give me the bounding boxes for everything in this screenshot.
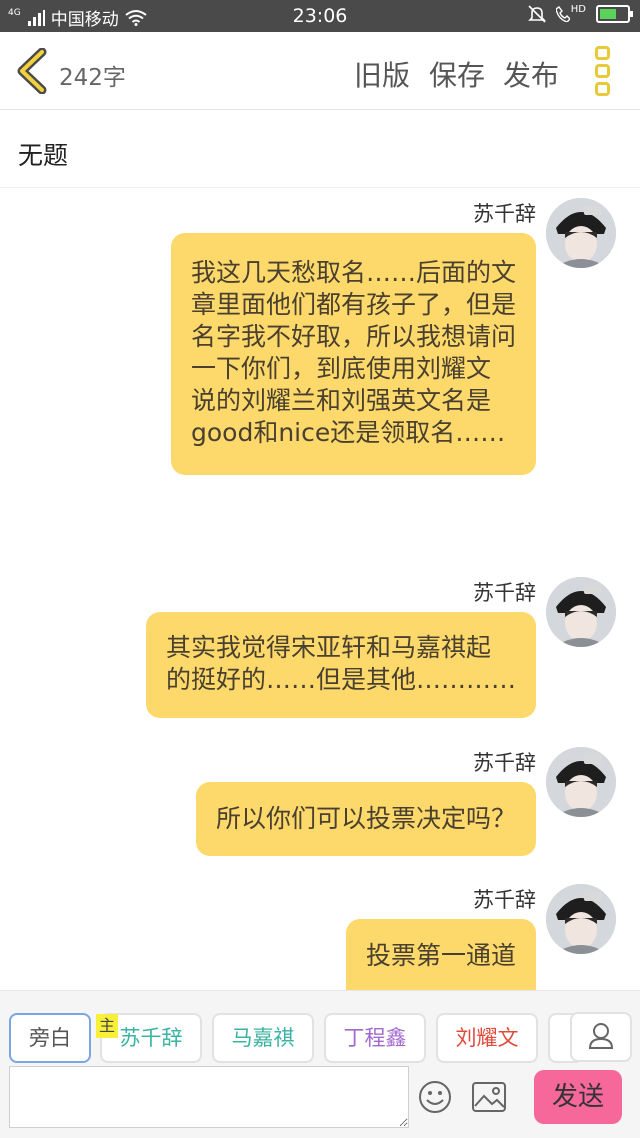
avatar[interactable] — [546, 884, 616, 954]
message-bubble[interactable]: 其实我觉得宋亚轩和马嘉祺起 的挺好的……但是其他………… — [145, 612, 536, 718]
sender-name: 苏千辞 — [473, 888, 536, 912]
avatar[interactable] — [546, 198, 616, 268]
message-line: 名字我不好取，所以我想请问 — [190, 322, 516, 351]
sender-name: 苏千辞 — [473, 581, 536, 605]
message-line: 的挺好的……但是其他………… — [165, 665, 516, 694]
publish-button[interactable]: 发布 — [503, 54, 559, 94]
input-bar: 发送 — [0, 1066, 640, 1138]
battery-icon — [596, 5, 633, 23]
message-line: 章里面他们都有孩子了，但是 — [190, 290, 516, 319]
story-title-field[interactable]: 无题 — [0, 110, 640, 188]
add-role-button[interactable] — [570, 1012, 632, 1062]
role-narrator-button[interactable]: 旁白 — [9, 1013, 91, 1063]
message-bubble[interactable]: 投票第一通道 — [345, 919, 536, 991]
message-line: 一下你们，到底使用刘耀文 — [190, 354, 491, 383]
mute-bell-icon — [527, 5, 546, 23]
story-title: 无题 — [18, 141, 69, 170]
status-bar: 4G 中国移动 23:06 HD — [0, 0, 640, 32]
sender-name: 苏千辞 — [473, 751, 536, 775]
message-line: 所以你们可以投票决定吗？ — [215, 804, 516, 833]
message-line: 我这几天愁取名……后面的文 — [190, 258, 516, 287]
more-menu-icon[interactable] — [595, 46, 613, 96]
sender-name: 苏千辞 — [473, 202, 536, 226]
message-input[interactable] — [9, 1066, 409, 1128]
person-icon — [588, 1023, 614, 1049]
hd-label: HD — [570, 3, 586, 15]
message-bubble[interactable]: 我这几天愁取名……后面的文 章里面他们都有孩子了，但是 名字我不好取，所以我想请… — [170, 233, 536, 475]
image-icon[interactable] — [472, 1082, 506, 1112]
main-role-tag: 主 — [96, 1014, 118, 1038]
back-arrow-icon[interactable] — [14, 48, 50, 94]
role-ma-button[interactable]: 马嘉祺 — [212, 1013, 314, 1063]
message-line: 投票第一通道 — [365, 941, 516, 970]
save-button[interactable]: 保存 — [429, 54, 485, 94]
role-liu-button[interactable]: 刘耀文 — [436, 1013, 538, 1063]
role-ding-button[interactable]: 丁程鑫 — [324, 1013, 426, 1063]
avatar[interactable] — [546, 747, 616, 817]
message-bubble[interactable]: 所以你们可以投票决定吗？ — [195, 782, 536, 856]
word-count: 242字 — [59, 65, 126, 91]
message-line: 其实我觉得宋亚轩和马嘉祺起 — [165, 633, 491, 662]
send-button[interactable]: 发送 — [534, 1070, 622, 1124]
message-line: good和nice还是领取名…… — [190, 418, 506, 447]
avatar[interactable] — [546, 577, 616, 647]
status-right: HD — [527, 3, 633, 23]
hd-call-icon: HD — [555, 3, 586, 22]
emoji-icon[interactable] — [418, 1080, 452, 1114]
editor-header: 242字 旧版 保存 发布 — [0, 32, 640, 110]
old-version-button[interactable]: 旧版 — [354, 54, 410, 94]
message-line: 说的刘耀兰和刘强英文名是 — [190, 386, 491, 415]
